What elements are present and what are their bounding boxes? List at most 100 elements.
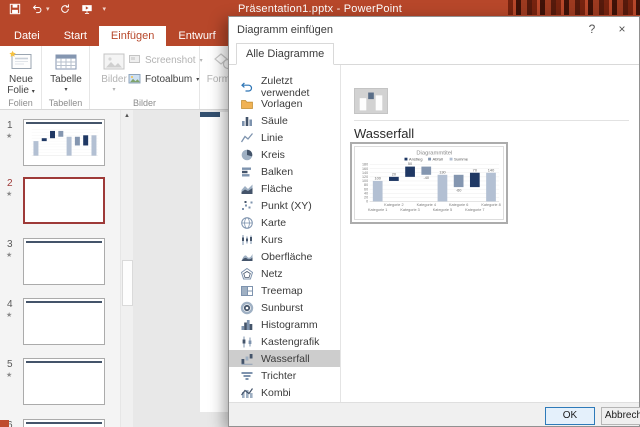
tab-entwurf[interactable]: Entwurf bbox=[166, 26, 227, 46]
chevron-down-icon: ▾ bbox=[32, 89, 35, 95]
chart-type-label: Oberfläche bbox=[261, 251, 312, 263]
chart-type-item[interactable]: Fläche bbox=[229, 180, 340, 197]
chart-type-list: Zuletzt verwendet Vorlagen Säule Linie K… bbox=[229, 65, 341, 402]
new-slide-button[interactable]: Neue Folie ▾ bbox=[1, 48, 41, 98]
slide-thumbnail[interactable] bbox=[23, 358, 105, 405]
chart-type-item[interactable]: Sunburst bbox=[229, 299, 340, 316]
slide-thumbnail[interactable] bbox=[23, 298, 105, 345]
box-whisker-chart-icon bbox=[240, 335, 254, 349]
chart-type-item[interactable]: Kurs bbox=[229, 231, 340, 248]
new-slide-label-2: Folie ▾ bbox=[1, 85, 41, 98]
workspace: 1 ★ 2 ★ 3 ★ 4 ★ 5 ★ 6 bbox=[0, 110, 228, 427]
divider bbox=[354, 120, 629, 121]
chart-type-label: Wasserfall bbox=[261, 353, 310, 365]
ribbon-group-bilder: Bilder ▾ Screenshot ▾ Fotoalbum ▾ Bilder bbox=[90, 46, 200, 109]
slide-accent-line bbox=[26, 301, 102, 303]
svg-text:0: 0 bbox=[366, 200, 368, 204]
chart-type-item[interactable]: Kombi bbox=[229, 384, 340, 401]
chart-type-label: Treemap bbox=[261, 285, 303, 297]
scroll-up-icon[interactable]: ▲ bbox=[121, 110, 133, 123]
ribbon-group-folien: Neue Folie ▾ Folien bbox=[0, 46, 42, 109]
ok-button[interactable]: OK bbox=[545, 407, 595, 425]
start-slideshow-icon[interactable] bbox=[81, 3, 94, 16]
chart-type-item[interactable]: Wasserfall bbox=[229, 350, 340, 367]
chart-type-label: Kombi bbox=[261, 387, 291, 399]
window-title: Präsentation1.pptx - PowerPoint bbox=[120, 3, 520, 15]
waterfall-chart-preview: 020406080100120140160180100Kategorie 120… bbox=[354, 146, 504, 220]
slide-row: 1 ★ bbox=[0, 119, 120, 171]
chart-type-item[interactable]: Punkt (XY) bbox=[229, 197, 340, 214]
chart-type-item[interactable]: Balken bbox=[229, 163, 340, 180]
animation-star-icon: ★ bbox=[6, 132, 12, 140]
tab-datei[interactable]: Datei bbox=[2, 26, 52, 46]
slide-thumbnail[interactable] bbox=[23, 119, 105, 166]
svg-text:80: 80 bbox=[364, 183, 368, 187]
tab-start[interactable]: Start bbox=[52, 26, 99, 46]
dialog-header: Diagramm einfügen ? × bbox=[229, 17, 639, 43]
area-chart-icon bbox=[240, 182, 254, 196]
histogram-chart-icon bbox=[240, 318, 254, 332]
recent-icon bbox=[240, 80, 254, 94]
undo-icon[interactable] bbox=[30, 3, 43, 16]
chart-type-label: Trichter bbox=[261, 370, 296, 382]
tab-einf-gen[interactable]: Einfügen bbox=[99, 26, 166, 46]
chart-type-item[interactable]: Treemap bbox=[229, 282, 340, 299]
chart-type-item[interactable]: Karte bbox=[229, 214, 340, 231]
slide-number: 5 bbox=[7, 359, 13, 370]
waterfall-preview-tile[interactable]: 020406080100120140160180100Kategorie 120… bbox=[350, 142, 508, 224]
screenshot-button[interactable]: Screenshot ▾ bbox=[128, 53, 203, 68]
cancel-button[interactable]: Abbrechen bbox=[601, 407, 640, 425]
screenshot-label: Screenshot bbox=[145, 55, 196, 66]
new-slide-label-1: Neue bbox=[1, 74, 41, 85]
slide-accent-line bbox=[26, 361, 102, 363]
tab-alle-diagramme[interactable]: Alle Diagramme bbox=[236, 43, 334, 65]
chart-type-item[interactable]: Oberfläche bbox=[229, 248, 340, 265]
repeat-icon[interactable] bbox=[59, 3, 72, 16]
combo-chart-icon bbox=[240, 386, 254, 400]
chart-type-item[interactable]: Netz bbox=[229, 265, 340, 282]
svg-text:Kategorie 8: Kategorie 8 bbox=[481, 203, 500, 207]
chart-type-item[interactable]: Kastengrafik bbox=[229, 333, 340, 350]
svg-text:100: 100 bbox=[362, 179, 368, 183]
chart-type-item[interactable]: Trichter bbox=[229, 367, 340, 384]
photo-album-button[interactable]: Fotoalbum ▾ bbox=[128, 72, 199, 87]
svg-text:Kategorie 7: Kategorie 7 bbox=[465, 208, 484, 212]
close-icon[interactable]: × bbox=[607, 17, 637, 42]
chart-type-label: Säule bbox=[261, 115, 288, 127]
chart-type-item[interactable]: Kreis bbox=[229, 146, 340, 163]
slide-row: 6 bbox=[0, 419, 120, 427]
save-icon[interactable] bbox=[8, 3, 21, 16]
slide-thumbnail[interactable] bbox=[23, 238, 105, 285]
svg-text:Kategorie 5: Kategorie 5 bbox=[433, 208, 452, 212]
group-label-tabellen: Tabellen bbox=[42, 98, 89, 108]
svg-text:160: 160 bbox=[362, 167, 368, 171]
slide-thumbnail[interactable] bbox=[23, 177, 105, 224]
chart-type-item[interactable]: Linie bbox=[229, 129, 340, 146]
customize-qat-icon[interactable]: ▾ bbox=[103, 5, 107, 13]
photo-album-label: Fotoalbum bbox=[145, 74, 192, 85]
slide-row: 3 ★ bbox=[0, 238, 120, 290]
table-button[interactable]: Tabelle ▾ bbox=[46, 48, 86, 96]
scrollbar-thumb[interactable] bbox=[122, 260, 133, 306]
chart-type-item[interactable]: Histogramm bbox=[229, 316, 340, 333]
slide-accent-line bbox=[26, 241, 102, 243]
chart-type-item[interactable]: Zuletzt verwendet bbox=[229, 78, 340, 95]
svg-text:40: 40 bbox=[364, 192, 368, 196]
chart-type-label: Punkt (XY) bbox=[261, 200, 312, 212]
slide-accent-line bbox=[26, 422, 102, 424]
chart-type-label: Linie bbox=[261, 132, 283, 144]
chart-type-label: Histogramm bbox=[261, 319, 318, 331]
svg-text:130: 130 bbox=[439, 170, 445, 174]
scatter-chart-icon bbox=[240, 199, 254, 213]
chart-type-item[interactable]: Säule bbox=[229, 112, 340, 129]
dialog-tabrow: Alle Diagramme bbox=[229, 43, 639, 65]
thumbnail-scrollbar[interactable]: ▲ bbox=[120, 110, 133, 427]
undo-dropdown-icon[interactable]: ▾ bbox=[46, 5, 50, 13]
help-icon[interactable]: ? bbox=[577, 17, 607, 42]
svg-text:140: 140 bbox=[488, 168, 494, 172]
templates-folder-icon bbox=[240, 97, 254, 111]
animation-star-icon: ★ bbox=[6, 371, 12, 379]
slide-accent-line bbox=[26, 122, 102, 124]
slide-thumbnail[interactable] bbox=[23, 419, 105, 427]
waterfall-subtype-button[interactable] bbox=[354, 88, 388, 114]
